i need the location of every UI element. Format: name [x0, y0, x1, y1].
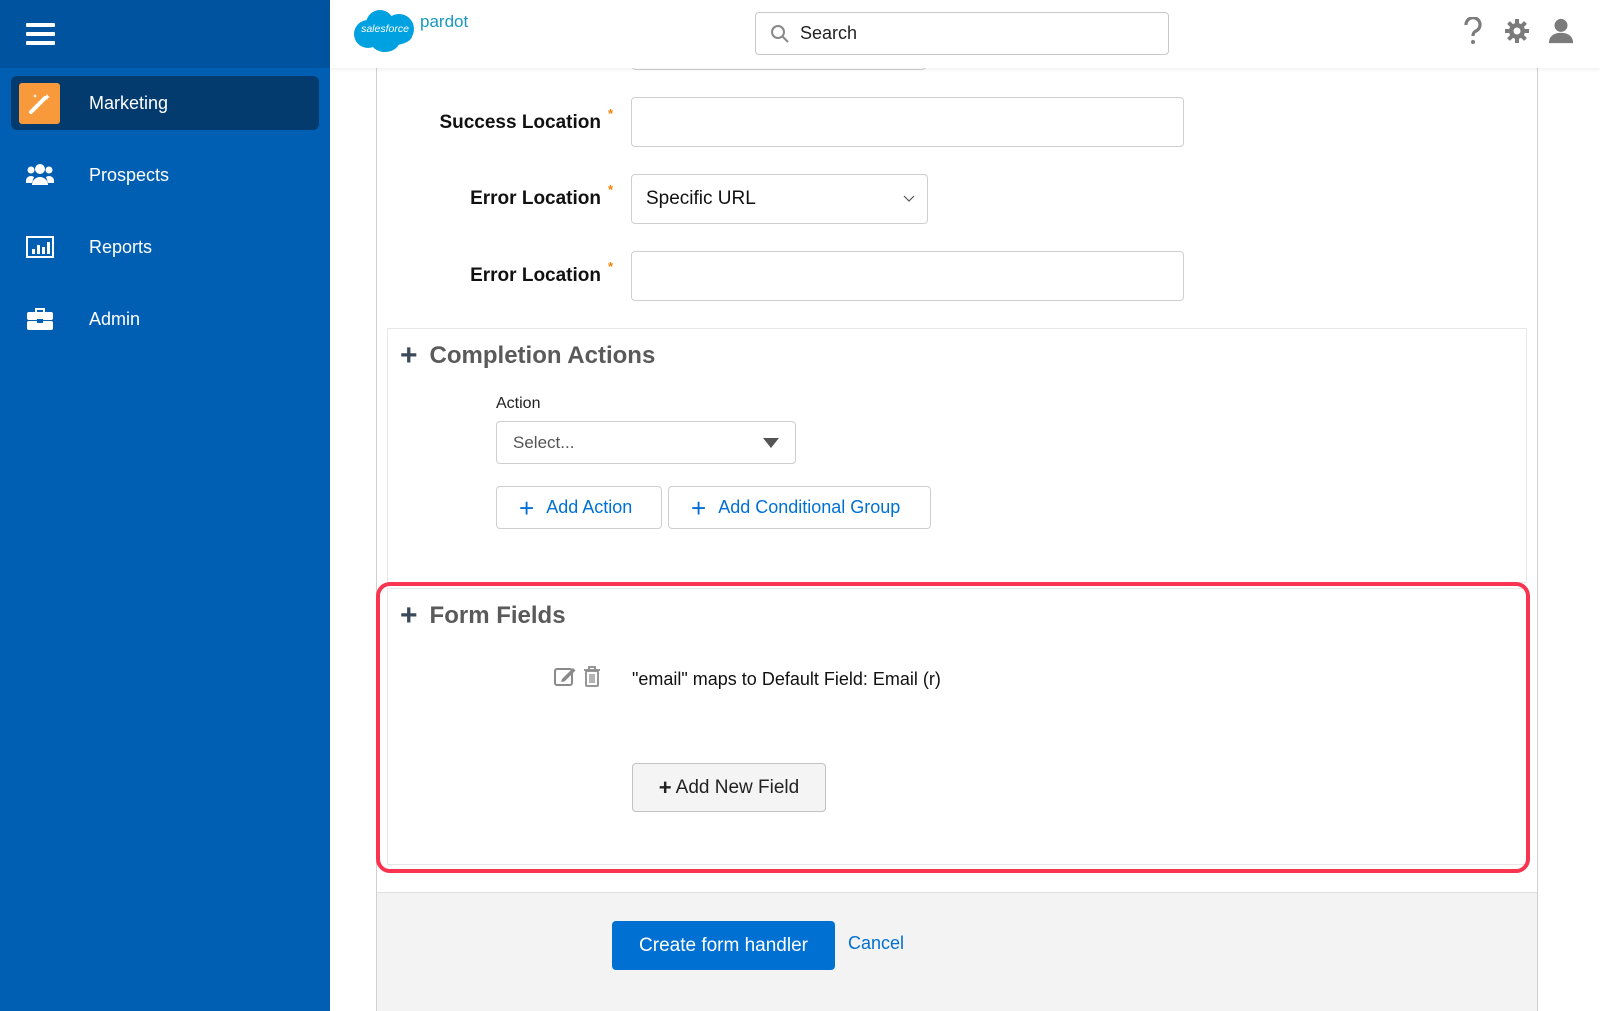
add-action-button[interactable]: + Add Action	[496, 486, 662, 529]
form-fields-section: + Form Fields "email" maps to Default Fi…	[387, 588, 1527, 865]
success-location-input[interactable]	[631, 97, 1184, 147]
error-location-type-row: Error Location *	[377, 174, 613, 224]
gear-icon[interactable]	[1504, 16, 1530, 46]
form-panel: Success Location * Error Location * Specif…	[376, 58, 1538, 1011]
sidebar-nav: Marketing Prospects Reports Admin	[0, 68, 330, 346]
sidebar-item-label: Reports	[89, 236, 153, 257]
help-icon[interactable]	[1460, 16, 1486, 46]
completion-actions-header[interactable]: + Completion Actions	[400, 341, 655, 371]
plus-icon: +	[658, 774, 672, 800]
people-icon	[19, 155, 60, 196]
create-form-handler-button[interactable]: Create form handler	[612, 921, 835, 970]
error-location-url-row: Error Location *	[377, 251, 613, 301]
add-conditional-group-button[interactable]: + Add Conditional Group	[668, 486, 931, 529]
brand-product-text: pardot	[420, 12, 469, 31]
sidebar-item-label: Prospects	[89, 164, 170, 185]
chevron-down-icon	[903, 195, 915, 202]
salesforce-cloud-icon: salesforce	[352, 6, 418, 52]
header-actions	[1460, 16, 1574, 46]
main-content: Success Location * Error Location * Specif…	[330, 0, 1600, 1011]
add-new-field-button[interactable]: + Add New Field	[632, 763, 826, 812]
edit-icon[interactable]	[554, 665, 578, 687]
form-fields-header[interactable]: + Form Fields	[400, 601, 566, 631]
success-location-label: Success Location *	[439, 106, 613, 133]
plus-icon: +	[691, 492, 707, 523]
sidebar-item-reports[interactable]: Reports	[11, 220, 319, 274]
sidebar-item-prospects[interactable]: Prospects	[11, 148, 319, 202]
trash-icon[interactable]	[582, 665, 602, 687]
error-location-url-label: Error Location *	[470, 259, 613, 286]
search-input[interactable]: Search	[755, 12, 1169, 55]
add-conditional-group-label: Add Conditional Group	[718, 497, 901, 517]
search-placeholder: Search	[800, 23, 858, 43]
required-marker: *	[607, 106, 613, 121]
action-select-placeholder: Select...	[513, 432, 575, 452]
error-location-url-input[interactable]	[631, 251, 1184, 301]
expand-plus-icon: +	[400, 599, 418, 632]
magic-wand-icon	[19, 82, 60, 124]
brand-cloud-text: salesforce	[361, 23, 409, 35]
error-location-select[interactable]: Specific URL	[631, 174, 928, 224]
sidebar: Marketing Prospects Reports Admin	[0, 0, 330, 1011]
cancel-link[interactable]: Cancel	[848, 933, 904, 954]
success-location-row: Success Location *	[377, 98, 613, 148]
section-title: Completion Actions	[429, 342, 656, 369]
sidebar-item-admin[interactable]: Admin	[11, 292, 319, 346]
sidebar-header	[0, 0, 330, 68]
bar-chart-icon	[19, 227, 60, 268]
section-title: Form Fields	[429, 602, 566, 629]
briefcase-icon	[19, 299, 60, 340]
action-select[interactable]: Select...	[496, 421, 796, 464]
add-new-field-label: Add New Field	[675, 776, 800, 798]
menu-icon[interactable]	[26, 23, 55, 45]
sidebar-item-marketing[interactable]: Marketing	[11, 76, 319, 130]
error-location-select-value: Specific URL	[646, 188, 756, 209]
top-header: salesforce pardot Search	[330, 0, 1600, 68]
user-icon[interactable]	[1548, 16, 1574, 46]
search-icon	[771, 24, 789, 43]
salesforce-pardot-logo[interactable]: salesforce pardot	[352, 6, 468, 52]
sidebar-item-label: Marketing	[89, 92, 169, 113]
form-field-mapping: "email" maps to Default Field: Email (r)	[632, 669, 941, 689]
error-location-label: Error Location *	[470, 182, 613, 209]
sidebar-item-label: Admin	[89, 308, 141, 329]
form-footer: Create form handler Cancel	[377, 892, 1537, 1011]
action-label: Action	[496, 395, 541, 412]
add-action-label: Add Action	[546, 497, 633, 517]
required-marker: *	[607, 182, 613, 197]
expand-plus-icon: +	[400, 339, 418, 372]
caret-down-icon	[763, 437, 779, 448]
plus-icon: +	[519, 492, 535, 523]
required-marker: *	[607, 259, 613, 274]
completion-actions-section: + Completion Actions Action Select... + …	[387, 328, 1527, 583]
field-actions	[554, 665, 602, 687]
